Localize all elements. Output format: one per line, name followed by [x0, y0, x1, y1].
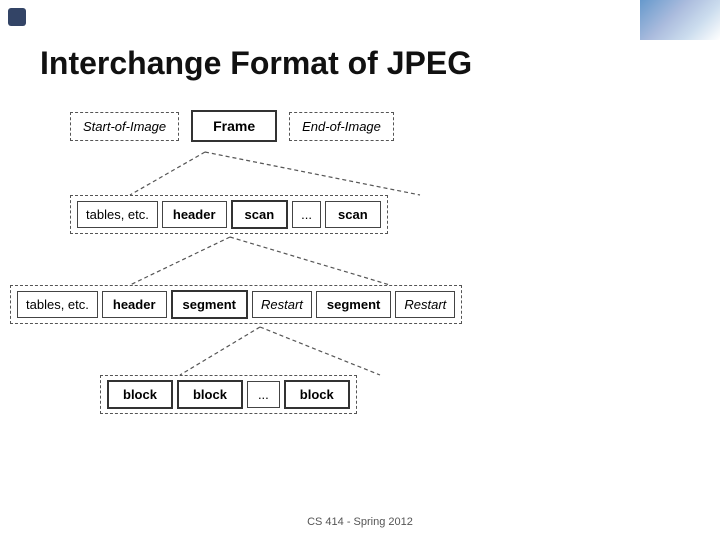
box-tables-3: tables, etc.: [17, 291, 98, 318]
box-header-2: header: [162, 201, 227, 228]
box-header-3: header: [102, 291, 167, 318]
box-segment-2: segment: [316, 291, 391, 318]
box-block-3: block: [284, 380, 350, 409]
footer: CS 414 - Spring 2012: [0, 516, 720, 528]
box-block-2: block: [177, 380, 243, 409]
box-frame: Frame: [191, 110, 277, 142]
box-end-of-image: End-of-Image: [289, 112, 394, 141]
diagram: Start-of-Image Frame End-of-Image tables…: [10, 110, 710, 500]
box-ellipsis-2: ...: [292, 201, 321, 228]
box-block-1: block: [107, 380, 173, 409]
row4: block block ... block: [100, 375, 357, 414]
box-scan-1: scan: [231, 200, 289, 229]
corner-decoration-dot: [8, 8, 26, 26]
corner-decoration: [640, 0, 720, 40]
box-restart-2: Restart: [395, 291, 455, 318]
box-scan-2: scan: [325, 201, 381, 228]
box-start-of-image: Start-of-Image: [70, 112, 179, 141]
row3: tables, etc. header segment Restart segm…: [10, 285, 462, 324]
page-title: Interchange Format of JPEG: [40, 45, 472, 82]
box-ellipsis-4: ...: [247, 381, 280, 408]
box-tables-2: tables, etc.: [77, 201, 158, 228]
box-segment-1: segment: [171, 290, 248, 319]
row2: tables, etc. header scan ... scan: [70, 195, 388, 234]
row1: Start-of-Image Frame End-of-Image: [70, 110, 394, 142]
box-restart-1: Restart: [252, 291, 312, 318]
